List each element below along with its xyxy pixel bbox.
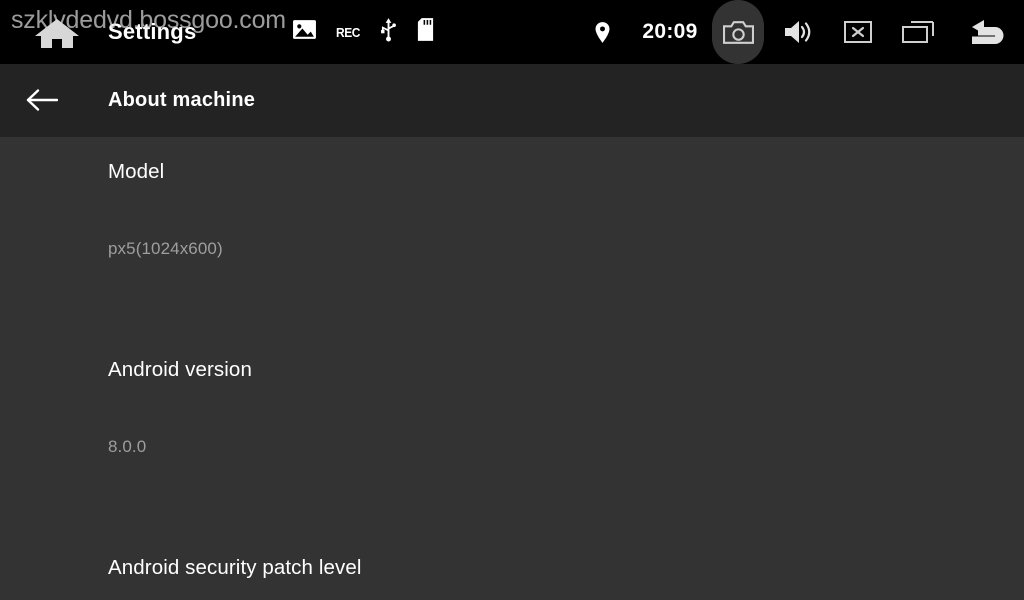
rec-icon[interactable]: REC [336,25,360,40]
screenshot-button[interactable] [708,0,768,64]
item-title: Model [108,160,165,183]
clock-label: 20:09 [642,20,698,43]
item-value: October 5, 2017 [108,585,1024,600]
list-item[interactable]: Android version 8.0.0 [0,357,1024,507]
recents-button[interactable] [888,0,948,64]
item-value-line: 8.0.0 [108,437,147,456]
about-machine-screen: Settings REC 20:09 szklvdedvd.bossgoo.co… [0,0,1024,600]
close-button[interactable] [828,0,888,64]
sdcard-icon[interactable] [416,17,435,47]
usb-icon[interactable] [379,17,398,47]
app-title: Settings [108,19,197,44]
about-list: Model px5(1024x600) Android version 8.0.… [0,137,1024,600]
gallery-icon[interactable] [292,19,317,45]
status-right-controls: 20:09 [572,0,1024,64]
status-mid-icons: REC [292,0,435,64]
item-value-line: px5(1024x600) [108,239,223,258]
home-icon[interactable] [34,17,80,49]
arrow-left-icon[interactable] [26,88,59,112]
list-item[interactable]: Model px5(1024x600) [0,159,1024,309]
clock: 20:09 [632,0,708,64]
system-status-bar: Settings REC 20:09 [0,0,1024,64]
action-bar: About machine [0,64,1024,137]
item-value: 8.0.0 [108,387,1024,507]
item-title: Android version [108,358,252,381]
volume-button[interactable] [768,0,828,64]
item-value: px5(1024x600) [108,189,1024,309]
back-button[interactable] [948,0,1024,64]
list-item[interactable]: Android security patch level October 5, … [0,555,1024,600]
page-title: About machine [108,89,256,111]
location-status-icon [572,0,632,64]
item-title: Android security patch level [108,556,362,579]
